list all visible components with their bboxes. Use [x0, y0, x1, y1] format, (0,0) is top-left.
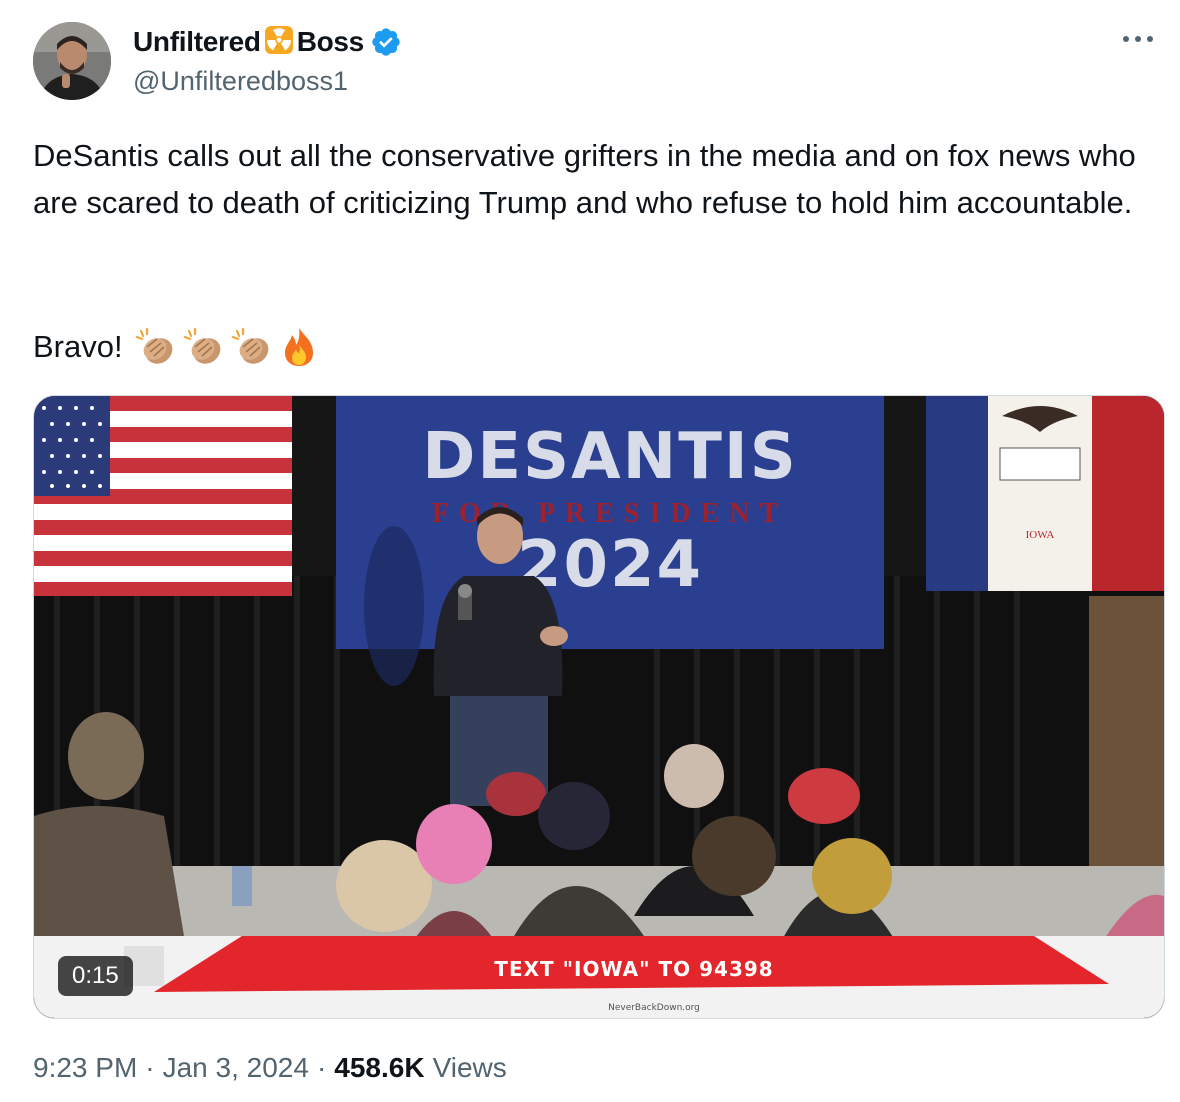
fire-icon	[277, 325, 321, 369]
author-handle[interactable]: @Unfilteredboss1	[133, 66, 348, 97]
video-player[interactable]: IOWA DESANTIS FOR PRESIDENT 2024 TEXT "I…	[33, 395, 1165, 1019]
lower-third-url: NeverBackDown.org	[608, 1003, 700, 1013]
iowa-flag-text: IOWA	[1026, 529, 1055, 541]
tweet-bravo-line: Bravo!	[33, 324, 321, 370]
tweet-text: DeSantis calls out all the conservative …	[33, 132, 1143, 226]
views-count[interactable]: 458.6K	[334, 1052, 424, 1084]
more-options-icon[interactable]	[1118, 24, 1158, 54]
us-flag	[34, 396, 292, 596]
tweet: Unfiltered Boss @Unfilteredboss1 DeSanti…	[0, 0, 1180, 1102]
iowa-flag: IOWA	[926, 396, 1164, 591]
lower-third: TEXT "IOWA" TO 94398 NeverBackDown.org	[34, 936, 1164, 1018]
separator-dot: ·	[316, 1052, 327, 1083]
video-frame: IOWA DESANTIS FOR PRESIDENT 2024 TEXT "I…	[34, 396, 1164, 1018]
views-label: Views	[432, 1052, 507, 1083]
radioactive-icon	[264, 25, 294, 60]
tweet-meta: 9:23 PM · Jan 3, 2024 · 458.6K Views	[33, 1052, 507, 1084]
clapping-hands-icon	[229, 325, 273, 369]
author-name-row[interactable]: Unfiltered Boss	[133, 24, 402, 60]
avatar[interactable]	[33, 22, 111, 100]
tweet-date[interactable]: Jan 3, 2024	[163, 1052, 309, 1084]
author-name-part1[interactable]: Unfiltered	[133, 26, 261, 58]
bravo-text: Bravo!	[33, 329, 123, 364]
clapping-hands-icon	[133, 325, 177, 369]
banner-title: DESANTIS	[422, 420, 798, 494]
verified-badge-icon[interactable]	[370, 26, 402, 58]
video-duration: 0:15	[58, 956, 133, 996]
separator-dot: ·	[145, 1052, 155, 1083]
lower-third-text: TEXT "IOWA" TO 94398	[494, 957, 773, 981]
author-name-part2[interactable]: Boss	[297, 26, 365, 58]
clapping-hands-icon	[181, 325, 225, 369]
tweet-body: DeSantis calls out all the conservative …	[33, 138, 1136, 220]
tweet-time[interactable]: 9:23 PM	[33, 1052, 137, 1084]
